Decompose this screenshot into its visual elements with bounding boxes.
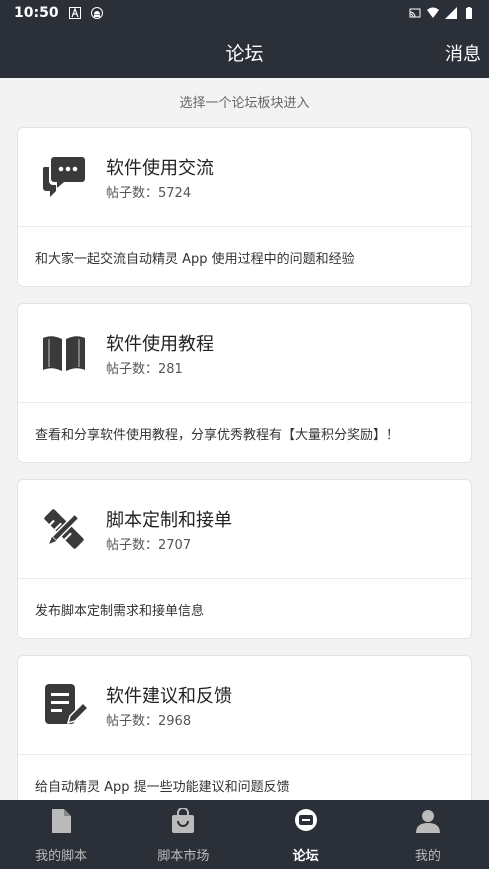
board-description: 和大家一起交流自动精灵 App 使用过程中的问题和经验 [35, 252, 355, 267]
android-icon [90, 7, 103, 19]
board-description: 查看和分享软件使用教程，分享优秀教程有【大量积分奖励】！ [35, 428, 400, 443]
signal-icon [445, 7, 457, 19]
cast-icon [409, 8, 421, 18]
status-time: 10:50 [14, 5, 59, 21]
nav-forum[interactable]: 论坛 [245, 800, 367, 869]
nav-label: 论坛 [292, 849, 319, 864]
board-name: 脚本定制和接单 [106, 510, 232, 531]
board-card-header: 软件使用教程 帖子数：281 [18, 304, 471, 403]
board-card-header: 软件使用交流 帖子数：5724 [18, 128, 471, 227]
nav-profile[interactable]: 我的 [367, 800, 489, 869]
file-icon [52, 809, 72, 833]
board-card-script-custom[interactable]: 脚本定制和接单 帖子数：2707 发布脚本定制需求和接单信息 [17, 479, 472, 639]
chat-bubbles-icon [42, 157, 85, 197]
board-card-header: 软件建议和反馈 帖子数：2968 [18, 656, 471, 755]
nav-label: 我的 [414, 849, 441, 864]
board-card-header: 脚本定制和接单 帖子数：2707 [18, 480, 471, 579]
section-hint: 选择一个论坛板块进入 [179, 96, 310, 111]
bottom-nav: 我的脚本 脚本市场 论坛 我的 [0, 800, 489, 869]
board-card-feedback[interactable]: 软件建议和反馈 帖子数：2968 给自动精灵 App 提一些功能建议和问题反馈 [17, 655, 472, 815]
board-post-count: 帖子数：2707 [106, 538, 192, 553]
board-card-software-discussion[interactable]: 软件使用交流 帖子数：5724 和大家一起交流自动精灵 App 使用过程中的问题… [17, 127, 472, 287]
board-name: 软件建议和反馈 [106, 686, 232, 707]
board-description: 发布脚本定制需求和接单信息 [35, 604, 205, 619]
edit-document-icon [45, 684, 88, 725]
book-icon [43, 336, 85, 371]
board-post-count: 帖子数：5724 [106, 186, 192, 201]
page-title: 论坛 [225, 42, 264, 65]
wifi-icon [427, 7, 439, 18]
status-bar: 10:50 [0, 0, 489, 26]
board-name: 软件使用教程 [106, 334, 214, 355]
board-post-count: 帖子数：281 [106, 362, 183, 377]
nav-label: 脚本市场 [157, 849, 210, 864]
nav-script-market[interactable]: 脚本市场 [122, 800, 244, 869]
battery-icon [466, 7, 472, 19]
board-card-software-tutorial[interactable]: 软件使用教程 帖子数：281 查看和分享软件使用教程，分享优秀教程有【大量积分奖… [17, 303, 472, 463]
board-description: 给自动精灵 App 提一些功能建议和问题反馈 [35, 780, 290, 795]
person-icon [415, 810, 440, 833]
messages-button[interactable]: 消息 [445, 40, 481, 66]
a-icon [68, 7, 81, 19]
forum-icon [294, 809, 317, 831]
nav-label: 我的脚本 [35, 849, 88, 864]
shopping-bag-icon [172, 808, 195, 833]
board-post-count: 帖子数：2968 [106, 714, 192, 729]
tools-icon [44, 509, 84, 549]
app-bar: 论坛 消息 [0, 26, 489, 78]
board-name: 软件使用交流 [106, 158, 214, 179]
nav-my-scripts[interactable]: 我的脚本 [0, 800, 122, 869]
